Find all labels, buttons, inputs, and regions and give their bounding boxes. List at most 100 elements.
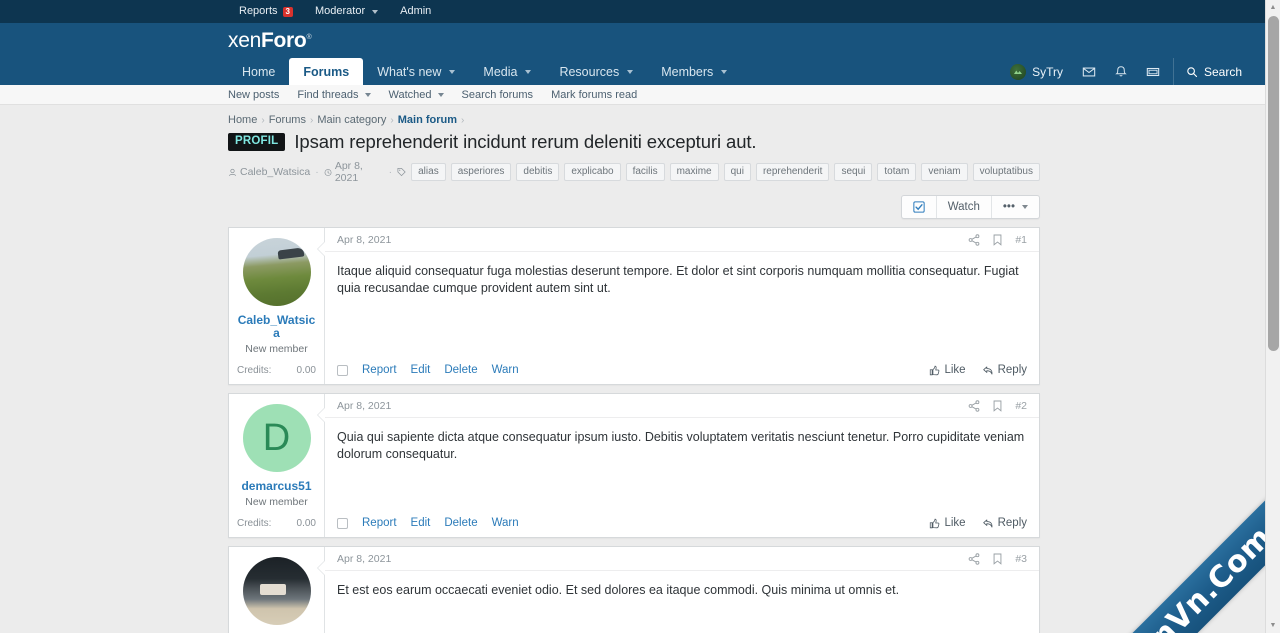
subnav-new-posts-label: New posts [228,88,280,101]
tag-chip[interactable]: sequi [834,163,873,181]
post-action-edit[interactable]: Edit [411,364,431,376]
breadcrumb-item-main-forum[interactable]: Main forum [398,114,457,126]
breadcrumb-item-main-category[interactable]: Main category [317,114,386,126]
post-number[interactable]: #1 [1015,234,1027,246]
nav-item-whats-new[interactable]: What's new [363,58,469,85]
scroll-down-arrow-icon[interactable]: ▼ [1266,618,1280,633]
reply-label: Reply [997,364,1027,376]
site-logo[interactable]: xenForo® [228,29,312,53]
search-button[interactable]: Search [1172,58,1250,85]
subnav-item-mark-forums-read[interactable]: Mark forums read [542,85,646,105]
tag-chip[interactable]: veniam [921,163,968,181]
post-date[interactable]: Apr 8, 2021 [337,234,391,246]
avatar[interactable] [242,238,311,306]
post-author-name[interactable]: demarcus51 [241,480,311,493]
breadcrumb-item-home[interactable]: Home [228,114,257,126]
admin-bar-item-reports[interactable]: Reports 3 [228,0,304,23]
like-label: Like [944,517,966,529]
admin-bar-item-moderator[interactable]: Moderator [304,0,389,23]
post-date[interactable]: Apr 8, 2021 [337,400,391,412]
inbox-button[interactable] [1137,58,1169,85]
post-action-warn[interactable]: Warn [492,517,519,529]
nav-item-home[interactable]: Home [228,58,289,85]
post-action-warn[interactable]: Warn [492,364,519,376]
post-action-report[interactable]: Report [362,364,397,376]
post-number[interactable]: #3 [1015,553,1027,565]
tag-chip[interactable]: totam [877,163,917,181]
share-icon[interactable] [968,553,980,565]
admin-bar-item-admin[interactable]: Admin [389,0,442,23]
chevron-right-icon: › [461,114,465,126]
tag-chip[interactable]: qui [723,163,751,181]
post-author-credits: Credits: 0.00 [237,508,316,529]
tag-chip[interactable]: voluptatibus [972,163,1040,181]
post-action-report[interactable]: Report [362,517,397,529]
post-footer: Report Edit Delete Warn Like Reply [325,357,1039,384]
site-header: xenForo® Home Forums What's new Media Re… [0,23,1265,85]
scroll-up-arrow-icon[interactable]: ▲ [1266,0,1280,15]
avatar[interactable] [242,557,311,625]
nav-item-members[interactable]: Members [647,58,741,85]
thread-start-date[interactable]: Apr 8, 2021 [324,160,384,184]
post-header-actions: #1 [968,234,1027,246]
thread-meta: Caleb_Watsica · Apr 8, 2021 · alias aspe… [228,156,1040,184]
watch-button[interactable]: Watch [937,196,992,218]
more-options-button[interactable]: ••• [992,196,1039,218]
scrollbar-thumb[interactable] [1268,16,1279,351]
avatar[interactable]: D [242,404,311,472]
reply-button[interactable]: Reply [982,364,1027,376]
admin-bar-moderator-label: Moderator [314,5,366,17]
subnav-watched-label: Watched [388,88,432,101]
post-footer-right: Like Reply [929,517,1027,529]
select-posts-toggle[interactable] [902,196,937,218]
tag-chip[interactable]: asperiores [450,163,512,181]
nav-item-media[interactable]: Media [469,58,545,85]
subnav-item-watched[interactable]: Watched [380,85,453,105]
tag-chip[interactable]: debitis [516,163,560,181]
thread-author[interactable]: Caleb_Watsica [228,166,310,178]
page-scrollbar[interactable]: ▲ ▼ [1265,0,1280,633]
thread-toolbar: Watch ••• [228,184,1040,227]
post-author-name[interactable]: Caleb_Watsica [237,314,316,340]
meta-separator: · [388,166,393,178]
nav-item-forums[interactable]: Forums [289,58,364,85]
tag-icon [397,168,406,177]
share-icon[interactable] [968,400,980,412]
page-root: Reports 3 Moderator Admin xenForo® Home … [0,0,1265,633]
like-button[interactable]: Like [929,517,966,529]
post-action-edit[interactable]: Edit [411,517,431,529]
more-options-label: ••• [1002,201,1015,213]
post-number[interactable]: #2 [1015,400,1027,412]
reply-button[interactable]: Reply [982,517,1027,529]
tag-chip[interactable]: facilis [625,163,665,181]
alerts-button[interactable] [1105,58,1137,85]
tag-chip[interactable]: maxime [669,163,719,181]
share-icon[interactable] [968,234,980,246]
post-date[interactable]: Apr 8, 2021 [337,553,391,565]
credits-value: 0.00 [296,365,316,376]
thread-prefix-badge[interactable]: PROFIL [228,133,286,151]
subnav-item-find-threads[interactable]: Find threads [288,85,379,105]
bookmark-icon[interactable] [992,400,1003,412]
bookmark-icon[interactable] [992,553,1003,565]
tag-chip[interactable]: alias [411,163,446,181]
breadcrumb-item-forums[interactable]: Forums [269,114,306,126]
like-button[interactable]: Like [929,364,966,376]
envelope-icon [1082,67,1096,76]
post-select-checkbox[interactable] [337,364,348,376]
post-action-delete[interactable]: Delete [444,364,477,376]
subnav-item-new-posts[interactable]: New posts [228,85,288,105]
post-action-delete[interactable]: Delete [444,517,477,529]
post-main: Apr 8, 2021 #1 Itaque aliquid consequatu… [317,228,1039,384]
bookmark-icon[interactable] [992,234,1003,246]
subnav-item-search-forums[interactable]: Search forums [453,85,543,105]
nav-item-resources[interactable]: Resources [545,58,647,85]
search-icon [1187,66,1198,77]
chevron-right-icon: › [390,114,394,126]
conversations-button[interactable] [1073,58,1105,85]
tag-chip[interactable]: explicabo [564,163,621,181]
account-menu[interactable]: SyTry [1000,58,1073,85]
tag-chip[interactable]: reprehenderit [755,163,830,181]
chevron-down-icon [721,69,728,74]
post-select-checkbox[interactable] [337,517,348,529]
